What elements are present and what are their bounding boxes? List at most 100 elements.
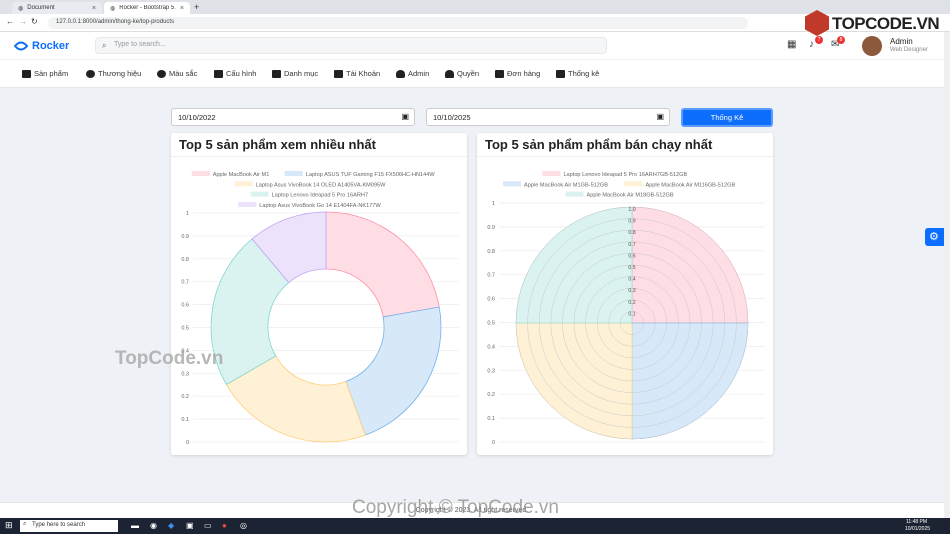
y-tick-label: 1 xyxy=(492,201,495,207)
chart-title: Top 5 sản phẩm xem nhiều nhất xyxy=(171,133,467,157)
y-tick-label: 0.6 xyxy=(487,297,495,303)
to-date-input[interactable]: 10/10/2025 ▣ xyxy=(426,108,670,126)
thong-ke-button[interactable]: Thống Kê xyxy=(681,108,773,127)
tab-favicon-icon: ◍ xyxy=(18,5,24,12)
polar-area-chart: Laptop Lenovo Ideapad 5 Pro 16ARH7GB-512… xyxy=(487,171,765,446)
y-tick-label: 0 xyxy=(492,440,495,446)
search-placeholder: Type to search... xyxy=(114,41,166,48)
doughnut-slice xyxy=(325,211,440,318)
r-tick-label: 0.4 xyxy=(628,277,635,283)
menu-label: Admin xyxy=(408,69,430,78)
user-icon xyxy=(396,69,405,78)
legend-label: Laptop Asus VivoBook Go 14 E1404FA-NK177… xyxy=(259,203,381,209)
theme-settings-button[interactable]: ⚙ xyxy=(925,228,944,246)
menu-item-cau-hinh[interactable]: Cấu hình xyxy=(214,69,256,78)
menu-item-thuong-hieu[interactable]: Thương hiệu xyxy=(86,69,141,78)
topcode-logo-text: TOPCODE.VN xyxy=(832,14,940,33)
menu-label: Tài Khoản xyxy=(346,69,381,78)
legend-label: Apple MacBook Air M1 xyxy=(213,172,270,178)
menu-item-thong-ke[interactable]: Thống kê xyxy=(556,69,599,78)
from-date-input[interactable]: 10/10/2022 ▣ xyxy=(171,108,415,126)
page-scrollbar[interactable] xyxy=(944,32,950,518)
y-tick-label: 0.2 xyxy=(181,394,189,400)
watermark-text: TopCode.vn xyxy=(115,348,224,369)
menu-label: Danh mục xyxy=(284,69,319,78)
legend-swatch xyxy=(234,181,253,187)
back-icon[interactable]: ← xyxy=(6,17,14,26)
brand-logo[interactable]: Rocker xyxy=(14,40,69,52)
menu-item-admin[interactable]: Admin xyxy=(396,69,429,78)
windows-start-icon[interactable]: ⊞ xyxy=(5,520,13,531)
y-tick-label: 0.7 xyxy=(181,280,189,286)
clock-time: 11:48 PM xyxy=(906,519,928,525)
y-tick-label: 0.8 xyxy=(181,257,189,263)
menu-item-san-pham[interactable]: Sản phẩm xyxy=(22,69,68,78)
file-explorer-icon[interactable]: ▬ xyxy=(131,521,139,530)
menu-item-danh-muc[interactable]: Danh mục xyxy=(272,69,318,78)
close-tab-icon[interactable]: × xyxy=(180,5,184,12)
user-name[interactable]: Admin xyxy=(890,37,913,46)
from-date-value: 10/10/2022 xyxy=(178,113,216,122)
browser-icon[interactable]: ◉ xyxy=(150,521,157,530)
y-tick-label: 0.6 xyxy=(181,303,189,309)
legend-swatch xyxy=(624,181,643,187)
calendar-icon[interactable]: ▣ xyxy=(656,112,664,121)
y-tick-label: 0.1 xyxy=(181,417,189,423)
legend-swatch xyxy=(191,171,210,176)
taskbar-search-input[interactable]: ⌕ Type here to search xyxy=(20,520,118,532)
menu-item-mau-sac[interactable]: Màu sắc xyxy=(157,69,197,78)
legend-swatch xyxy=(503,181,522,187)
copyright-icon xyxy=(86,69,95,78)
message-badge: 8 xyxy=(837,36,845,44)
y-tick-label: 0.8 xyxy=(487,249,495,255)
tab-label: Document xyxy=(27,5,55,11)
new-tab-icon[interactable]: + xyxy=(194,2,199,12)
taskbar-search-placeholder: Type here to search xyxy=(32,522,86,528)
notification-bell-icon[interactable]: ♪ xyxy=(809,39,814,50)
apps-grid-icon[interactable]: ▦ xyxy=(787,39,796,50)
menu-item-tai-khoan[interactable]: Tài Khoản xyxy=(334,69,380,78)
forward-icon[interactable]: → xyxy=(19,17,27,26)
user-role: Web Designer xyxy=(890,47,928,53)
menu-item-don-hang[interactable]: Đơn hàng xyxy=(495,69,540,78)
y-tick-label: 0 xyxy=(186,440,189,446)
browser-tab-bar: ◍ Document × ◍ Rocker - Bootstrap 5 Admi… xyxy=(0,0,950,14)
url-field[interactable]: 127.0.0.1:8000/admin/thong-ke/top-produc… xyxy=(48,17,748,29)
close-tab-icon[interactable]: × xyxy=(92,5,96,12)
r-tick-label: 0.6 xyxy=(628,253,635,259)
r-tick-label: 0.3 xyxy=(628,288,635,294)
clock-date: 10/01/2025 xyxy=(905,526,931,532)
r-tick-label: 0.7 xyxy=(628,242,635,248)
polar-segment xyxy=(515,206,633,324)
r-tick-label: 0.9 xyxy=(628,219,635,225)
to-date-value: 10/10/2025 xyxy=(433,113,471,122)
top-header: Rocker ⌕ Type to search... ▦ ♪ 7 ✉ 8 Adm… xyxy=(0,32,944,60)
app-icon[interactable]: ▣ xyxy=(186,521,194,530)
browser-tab-document[interactable]: ◍ Document × xyxy=(12,2,102,14)
menu-label: Thống kê xyxy=(568,69,600,78)
menu-label: Quyền xyxy=(457,69,480,78)
windows-taskbar: ⊞ ⌕ Type here to search ▬ ◉ ◆ ▣ ▭ ● ◎ 11… xyxy=(0,518,950,534)
laptop-icon xyxy=(22,69,31,78)
calendar-icon[interactable]: ▣ xyxy=(401,112,409,121)
search-input[interactable]: ⌕ Type to search... xyxy=(95,37,607,54)
legend-swatch xyxy=(284,171,303,176)
app-icon[interactable]: ● xyxy=(222,521,227,530)
r-tick-label: 0.8 xyxy=(628,230,635,236)
browser-tab-rocker[interactable]: ◍ Rocker - Bootstrap 5 Admin Da × xyxy=(104,2,190,14)
reload-icon[interactable]: ↻ xyxy=(31,17,38,26)
menu-label: Cấu hình xyxy=(226,69,257,78)
menu-item-quyen[interactable]: Quyền xyxy=(445,69,479,78)
vscode-icon[interactable]: ◆ xyxy=(168,521,174,530)
terminal-icon[interactable]: ▭ xyxy=(204,521,212,530)
legend-label: Apple MacBook Air M18GB-512GB xyxy=(587,193,674,199)
tab-label: Rocker - Bootstrap 5 Admin Da xyxy=(119,5,176,11)
search-icon: ⌕ xyxy=(102,41,107,50)
legend-label: Laptop ASUS TUF Gaming F15 FX506HC-HN144… xyxy=(306,172,436,178)
app-icon[interactable]: ◎ xyxy=(240,521,247,530)
legend-swatch xyxy=(542,171,561,176)
menu-label: Thương hiệu xyxy=(98,69,142,78)
polar-segment xyxy=(631,206,749,324)
avatar[interactable] xyxy=(862,36,882,56)
y-tick-label: 0.1 xyxy=(487,416,495,422)
